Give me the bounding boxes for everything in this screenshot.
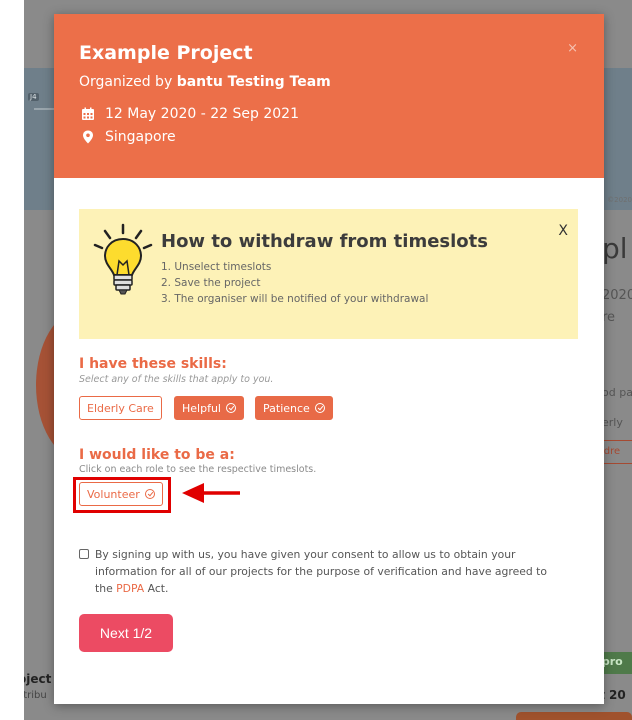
skills-title: I have these skills: <box>79 356 227 372</box>
pdpa-link[interactable]: PDPA <box>116 582 144 595</box>
background-description-text: od pa <box>602 386 632 399</box>
location-pin-icon <box>83 130 93 144</box>
organizer-name: bantu Testing Team <box>176 74 331 90</box>
info-step: 3. The organiser will be notified of you… <box>161 293 429 305</box>
skill-chip-label: Helpful <box>182 401 221 415</box>
background-date-text: 2020 <box>602 288 632 303</box>
map-copyright: ©2020 <box>607 196 632 204</box>
lightbulb-icon <box>93 223 153 295</box>
close-modal-button[interactable]: × <box>567 41 578 56</box>
roles-subtitle: Click on each role to see the respective… <box>79 464 317 475</box>
project-title: Example Project <box>79 42 253 64</box>
background-button <box>516 712 632 720</box>
skill-chip-elderly-care[interactable]: Elderly Care <box>79 396 162 420</box>
info-title: How to withdraw from timeslots <box>161 231 488 252</box>
consent-checkbox[interactable] <box>79 549 89 559</box>
project-signup-modal: Example Project Organized by bantu Testi… <box>54 14 604 704</box>
organizer-line: Organized by bantu Testing Team <box>79 74 331 90</box>
info-step: 2. Save the project <box>161 277 261 289</box>
background-project-subtitle: stribu <box>24 690 47 701</box>
next-button[interactable]: Next 1/2 <box>79 614 173 652</box>
location-row: Singapore <box>81 129 176 145</box>
skills-subtitle: Select any of the skills that apply to y… <box>79 374 274 385</box>
skill-chip-patience[interactable]: Patience <box>255 396 333 420</box>
project-dates: 12 May 2020 - 22 Sep 2021 <box>105 106 299 122</box>
check-circle-icon <box>225 403 236 413</box>
consent-text-end: Act. <box>144 582 169 595</box>
consent-text: By signing up with us, you have given yo… <box>95 546 555 597</box>
background-skill-text: erly <box>602 416 623 429</box>
annotation-arrow-icon <box>182 483 240 503</box>
close-info-button[interactable]: X <box>558 223 568 239</box>
background-project-title: oject <box>24 672 52 686</box>
project-location: Singapore <box>105 129 176 145</box>
modal-header: Example Project Organized by bantu Testi… <box>54 14 604 178</box>
map-road <box>34 108 54 110</box>
annotation-highlight-box <box>73 477 171 513</box>
skill-chip-label: Patience <box>263 401 310 415</box>
skill-chip-label: Elderly Care <box>87 401 154 415</box>
check-circle-icon <box>314 403 325 413</box>
withdraw-info-box: How to withdraw from timeslots 1. Unsele… <box>79 209 578 339</box>
map-road-label: J4 <box>28 93 39 101</box>
roles-title: I would like to be a: <box>79 447 235 463</box>
calendar-icon <box>82 107 94 120</box>
info-steps: 1. Unselect timeslots 2. Save the projec… <box>161 259 428 307</box>
page-left-margin <box>0 0 24 720</box>
skill-chip-helpful[interactable]: Helpful <box>174 396 244 420</box>
info-step: 1. Unselect timeslots <box>161 261 272 273</box>
date-row: 12 May 2020 - 22 Sep 2021 <box>81 106 299 122</box>
background-heading: pl <box>602 232 628 265</box>
organizer-prefix: Organized by <box>79 74 177 90</box>
